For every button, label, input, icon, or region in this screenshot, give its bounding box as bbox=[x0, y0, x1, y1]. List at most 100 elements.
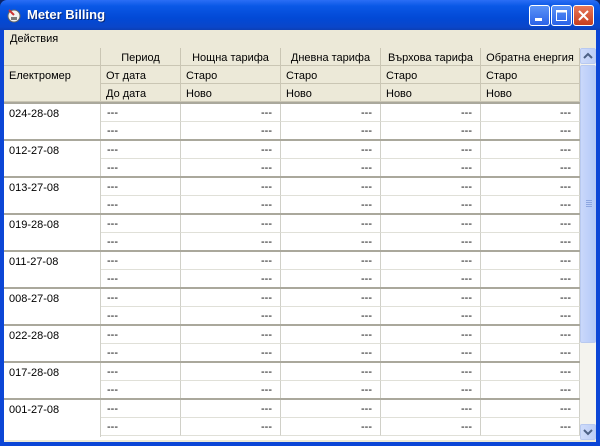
value-cell[interactable]: --- bbox=[481, 326, 580, 344]
column-header-day-tariff[interactable]: Дневна тарифа bbox=[281, 48, 381, 66]
column-header-peak-tariff[interactable]: Върхова тарифа bbox=[381, 48, 481, 66]
value-cell[interactable]: --- bbox=[181, 233, 281, 251]
value-cell[interactable]: --- bbox=[381, 233, 481, 251]
value-cell[interactable]: --- bbox=[101, 233, 181, 251]
value-cell[interactable]: --- bbox=[101, 196, 181, 214]
column-header-meter[interactable]: Електромер bbox=[4, 66, 101, 102]
maximize-button[interactable] bbox=[551, 5, 572, 26]
value-cell[interactable]: --- bbox=[281, 159, 381, 177]
value-cell[interactable]: --- bbox=[101, 307, 181, 325]
scroll-down-button[interactable] bbox=[580, 424, 596, 440]
value-cell[interactable]: --- bbox=[181, 196, 281, 214]
value-cell[interactable]: --- bbox=[481, 252, 580, 270]
value-cell[interactable]: --- bbox=[281, 270, 381, 288]
value-cell[interactable]: --- bbox=[381, 344, 481, 362]
value-cell[interactable]: --- bbox=[481, 270, 580, 288]
value-cell[interactable]: --- bbox=[481, 233, 580, 251]
value-cell[interactable]: --- bbox=[101, 344, 181, 362]
value-cell[interactable]: --- bbox=[101, 326, 181, 344]
value-cell[interactable]: --- bbox=[281, 141, 381, 159]
value-cell[interactable]: --- bbox=[481, 381, 580, 399]
value-cell[interactable]: --- bbox=[481, 104, 580, 122]
value-cell[interactable]: --- bbox=[181, 159, 281, 177]
value-cell[interactable]: --- bbox=[481, 159, 580, 177]
value-cell[interactable]: --- bbox=[481, 122, 580, 140]
value-cell[interactable]: --- bbox=[181, 104, 281, 122]
value-cell[interactable]: --- bbox=[281, 418, 381, 436]
value-cell[interactable]: --- bbox=[281, 307, 381, 325]
value-cell[interactable]: --- bbox=[281, 196, 381, 214]
scroll-up-button[interactable] bbox=[580, 48, 596, 64]
value-cell[interactable]: --- bbox=[101, 215, 181, 233]
value-cell[interactable]: --- bbox=[181, 381, 281, 399]
value-cell[interactable]: --- bbox=[481, 307, 580, 325]
value-cell[interactable]: --- bbox=[101, 252, 181, 270]
value-cell[interactable]: --- bbox=[281, 122, 381, 140]
close-button[interactable] bbox=[573, 5, 594, 26]
value-cell[interactable]: --- bbox=[181, 215, 281, 233]
value-cell[interactable]: --- bbox=[381, 141, 481, 159]
scroll-thumb[interactable] bbox=[580, 65, 596, 343]
value-cell[interactable]: --- bbox=[481, 400, 580, 418]
value-cell[interactable]: --- bbox=[181, 326, 281, 344]
value-cell[interactable]: --- bbox=[181, 400, 281, 418]
value-cell[interactable]: --- bbox=[101, 122, 181, 140]
value-cell[interactable]: --- bbox=[101, 400, 181, 418]
minimize-button[interactable] bbox=[529, 5, 550, 26]
value-cell[interactable]: --- bbox=[101, 178, 181, 196]
value-cell[interactable]: --- bbox=[481, 418, 580, 436]
value-cell[interactable]: --- bbox=[181, 252, 281, 270]
value-cell[interactable]: --- bbox=[381, 307, 481, 325]
value-cell[interactable]: --- bbox=[481, 344, 580, 362]
meter-id-cell[interactable]: 001-27-08 bbox=[4, 400, 101, 437]
value-cell[interactable]: --- bbox=[381, 159, 481, 177]
meter-id-cell[interactable]: 012-27-08 bbox=[4, 141, 101, 178]
value-cell[interactable]: --- bbox=[381, 400, 481, 418]
value-cell[interactable]: --- bbox=[181, 418, 281, 436]
value-cell[interactable]: --- bbox=[281, 178, 381, 196]
value-cell[interactable]: --- bbox=[181, 363, 281, 381]
value-cell[interactable]: --- bbox=[101, 289, 181, 307]
meter-id-cell[interactable]: 017-28-08 bbox=[4, 363, 101, 400]
value-cell[interactable]: --- bbox=[381, 326, 481, 344]
value-cell[interactable]: --- bbox=[381, 196, 481, 214]
value-cell[interactable]: --- bbox=[181, 344, 281, 362]
value-cell[interactable]: --- bbox=[101, 270, 181, 288]
value-cell[interactable]: --- bbox=[181, 289, 281, 307]
meter-id-cell[interactable]: 008-27-08 bbox=[4, 289, 101, 326]
value-cell[interactable]: --- bbox=[381, 104, 481, 122]
value-cell[interactable]: --- bbox=[181, 178, 281, 196]
value-cell[interactable]: --- bbox=[281, 344, 381, 362]
value-cell[interactable]: --- bbox=[101, 141, 181, 159]
vertical-scrollbar[interactable] bbox=[580, 48, 596, 440]
value-cell[interactable]: --- bbox=[381, 289, 481, 307]
meter-app-icon[interactable] bbox=[6, 7, 22, 23]
value-cell[interactable]: --- bbox=[381, 381, 481, 399]
value-cell[interactable]: --- bbox=[101, 104, 181, 122]
value-cell[interactable]: --- bbox=[381, 122, 481, 140]
value-cell[interactable]: --- bbox=[381, 252, 481, 270]
value-cell[interactable]: --- bbox=[481, 141, 580, 159]
meter-id-cell[interactable]: 022-28-08 bbox=[4, 326, 101, 363]
value-cell[interactable]: --- bbox=[101, 381, 181, 399]
value-cell[interactable]: --- bbox=[481, 363, 580, 381]
value-cell[interactable]: --- bbox=[381, 363, 481, 381]
value-cell[interactable]: --- bbox=[281, 326, 381, 344]
value-cell[interactable]: --- bbox=[181, 122, 281, 140]
value-cell[interactable]: --- bbox=[281, 381, 381, 399]
value-cell[interactable]: --- bbox=[281, 289, 381, 307]
value-cell[interactable]: --- bbox=[181, 270, 281, 288]
value-cell[interactable]: --- bbox=[281, 400, 381, 418]
meter-id-cell[interactable]: 013-27-08 bbox=[4, 178, 101, 215]
value-cell[interactable]: --- bbox=[101, 418, 181, 436]
column-header-night-tariff[interactable]: Нощна тарифа bbox=[181, 48, 281, 66]
value-cell[interactable]: --- bbox=[101, 363, 181, 381]
value-cell[interactable]: --- bbox=[281, 233, 381, 251]
menu-actions[interactable]: Действия bbox=[10, 33, 58, 45]
value-cell[interactable]: --- bbox=[481, 289, 580, 307]
value-cell[interactable]: --- bbox=[281, 215, 381, 233]
value-cell[interactable]: --- bbox=[481, 178, 580, 196]
value-cell[interactable]: --- bbox=[281, 363, 381, 381]
meter-id-cell[interactable]: 019-28-08 bbox=[4, 215, 101, 252]
value-cell[interactable]: --- bbox=[481, 196, 580, 214]
